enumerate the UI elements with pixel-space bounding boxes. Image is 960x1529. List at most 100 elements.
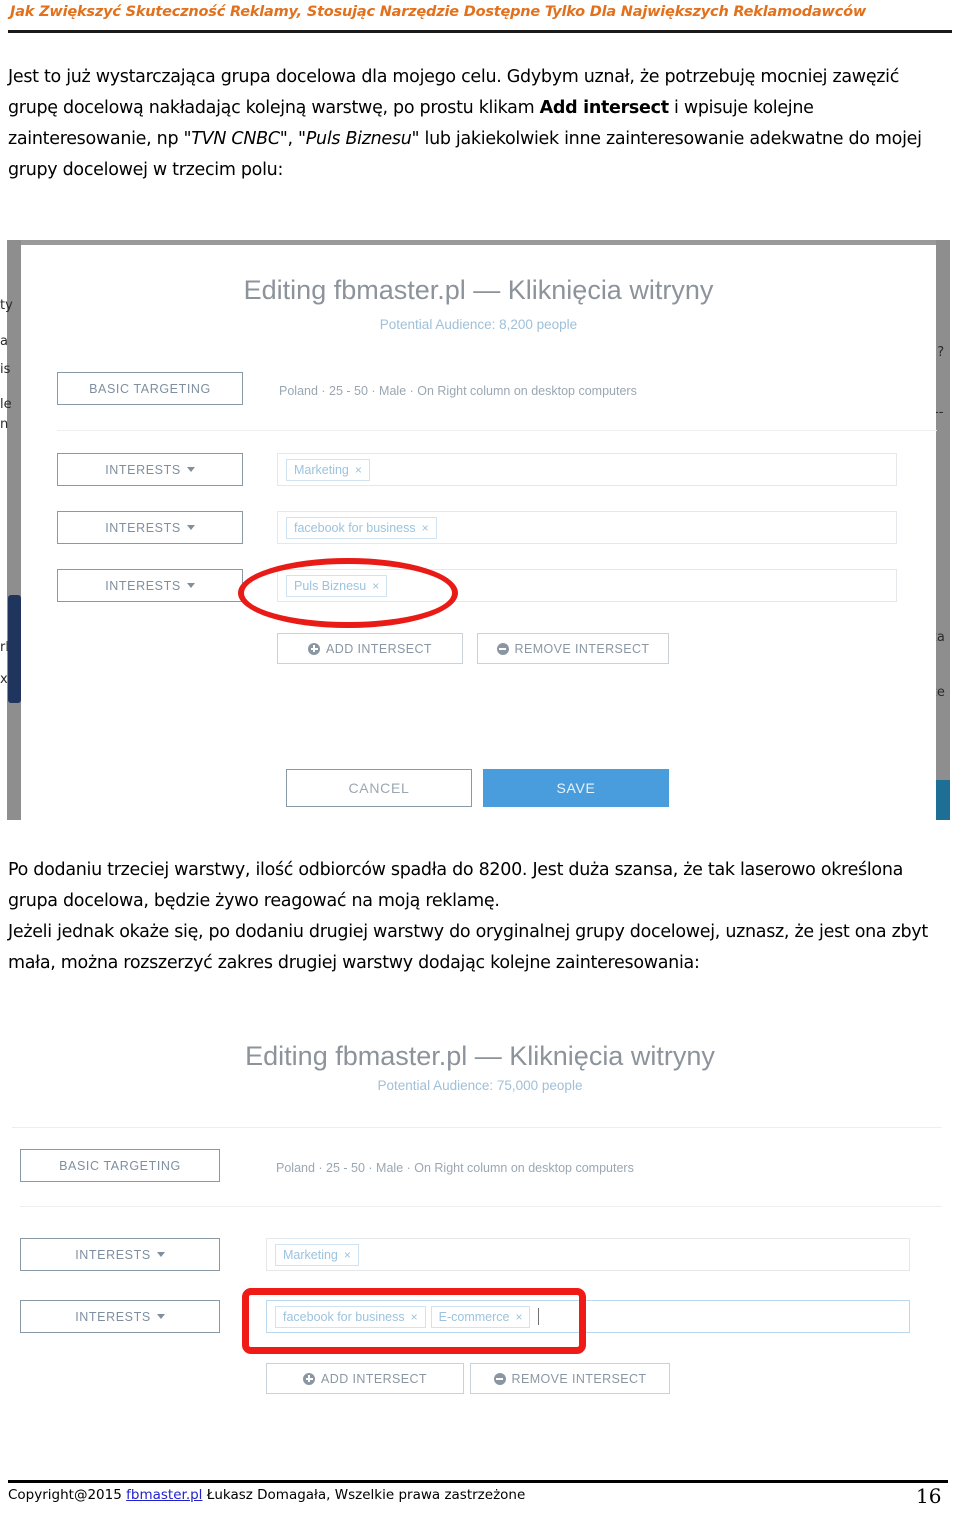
chip-remove-icon[interactable]: × — [515, 1310, 522, 1324]
basic-targeting-button[interactable]: BASIC TARGETING — [20, 1149, 220, 1182]
interests-button-3[interactable]: INTERESTS — [57, 569, 243, 602]
row-divider-1 — [57, 430, 937, 431]
edge-fragment-left-1: ty — [0, 298, 13, 313]
screenshot-two: Editing fbmaster.pl — Kliknięcia witryny… — [0, 1018, 960, 1403]
page-number: 16 — [916, 1484, 942, 1508]
interest-chip-label: Marketing — [294, 462, 349, 477]
plus-circle-icon — [303, 1372, 316, 1385]
screenshot-one: ty a is le n rl x ) ? -- za ze Editing f… — [0, 240, 960, 820]
edge-fragment-left-2: a — [0, 334, 8, 349]
paragraph-top: Jest to już wystarczająca grupa docelowa… — [8, 62, 944, 186]
interests-label-1: INTERESTS — [105, 462, 181, 477]
shot-one-title: Editing fbmaster.pl — Kliknięcia witryny — [243, 275, 714, 305]
chevron-down-icon — [156, 1252, 165, 1257]
para-mid-line-2: Jeżeli jednak okaże się, po dodaniu drug… — [8, 922, 928, 973]
interest-chip[interactable]: facebook for business × — [275, 1305, 426, 1328]
cancel-button[interactable]: CANCEL — [286, 769, 472, 807]
chevron-down-icon — [186, 583, 195, 588]
footer-copyright: Copyright@2015 fbmaster.pl Łukasz Domaga… — [8, 1487, 525, 1503]
interest-chip[interactable]: Puls Biznesu × — [286, 574, 388, 597]
shot-one-left-blue-artifact — [8, 595, 21, 703]
chevron-down-icon — [156, 1314, 165, 1319]
chip-remove-icon[interactable]: × — [372, 579, 379, 593]
footer-rule — [8, 1480, 948, 1483]
edge-fragment-left-6: rl — [0, 640, 9, 655]
interest-chip[interactable]: E-commerce × — [430, 1305, 531, 1328]
plus-circle-icon — [308, 642, 321, 655]
footer-copyright-prefix: Copyright@2015 — [8, 1487, 122, 1503]
basic-targeting-summary: Poland · 25 - 50 · Male · On Right colum… — [276, 1161, 634, 1175]
interests-field-1[interactable]: Marketing × — [277, 453, 897, 486]
basic-targeting-label: BASIC TARGETING — [89, 381, 211, 396]
cancel-label: CANCEL — [348, 780, 410, 796]
chip-remove-icon[interactable]: × — [355, 463, 362, 477]
save-label: SAVE — [556, 780, 596, 796]
chip-remove-icon[interactable]: × — [422, 521, 429, 535]
remove-intersect-label: REMOVE INTERSECT — [511, 1371, 647, 1386]
chip-remove-icon[interactable]: × — [411, 1310, 418, 1324]
minus-circle-icon — [496, 642, 509, 655]
interests-field-2[interactable]: facebook for business × — [277, 511, 897, 544]
running-header: Jak Zwiększyć Skuteczność Reklamy, Stosu… — [0, 0, 960, 34]
para-top-italic-2: "Puls Biznesu" — [298, 129, 420, 149]
add-intersect-button[interactable]: ADD INTERSECT — [277, 633, 463, 664]
shot-one-left-scrollbar[interactable] — [7, 240, 21, 820]
shot-one-panel: Editing fbmaster.pl — Kliknięcia witryny… — [21, 245, 937, 820]
interests-button-2[interactable]: INTERESTS — [20, 1300, 220, 1333]
add-intersect-label: ADD INTERSECT — [326, 641, 432, 656]
add-intersect-label: ADD INTERSECT — [321, 1371, 427, 1386]
remove-intersect-label: REMOVE INTERSECT — [514, 641, 650, 656]
interest-chip-label: facebook for business — [294, 520, 416, 535]
para-top-run-3: , — [287, 129, 299, 149]
basic-targeting-button[interactable]: BASIC TARGETING — [57, 372, 243, 405]
footer-link[interactable]: fbmaster.pl — [126, 1487, 202, 1503]
interests-button-1[interactable]: INTERESTS — [57, 453, 243, 486]
interest-chip-label: facebook for business — [283, 1309, 405, 1324]
shot-two-panel: Editing fbmaster.pl — Kliknięcia witryny… — [0, 1023, 960, 1403]
interests-label-2: INTERESTS — [75, 1309, 151, 1324]
interests-field-3[interactable]: Puls Biznesu × — [277, 569, 897, 602]
add-intersect-button[interactable]: ADD INTERSECT — [266, 1363, 464, 1394]
remove-intersect-button[interactable]: REMOVE INTERSECT — [470, 1363, 670, 1394]
interests-field-2[interactable]: facebook for business × E-commerce × — [266, 1300, 910, 1333]
edge-fragment-left-3: is — [0, 362, 11, 377]
paragraph-middle: Po dodaniu trzeciej warstwy, ilość odbio… — [8, 855, 944, 979]
shot-one-subtitle: Potential Audience: 8,200 people — [379, 317, 578, 332]
edge-fragment-left-7: x — [0, 672, 8, 687]
interest-chip[interactable]: Marketing × — [286, 458, 370, 481]
row-divider-top — [12, 1127, 942, 1128]
interests-label-2: INTERESTS — [105, 520, 181, 535]
interests-button-1[interactable]: INTERESTS — [20, 1238, 220, 1271]
text-cursor — [538, 1308, 540, 1325]
row-divider-1 — [20, 1206, 942, 1207]
para-mid-line-1: Po dodaniu trzeciej warstwy, ilość odbio… — [8, 860, 904, 911]
basic-targeting-label: BASIC TARGETING — [59, 1158, 181, 1173]
interests-label-1: INTERESTS — [75, 1247, 151, 1262]
minus-circle-icon — [493, 1372, 506, 1385]
shot-one-right-blue-artifact — [936, 780, 950, 820]
footer-copyright-suffix: Łukasz Domagała, Wszelkie prawa zastrzeż… — [206, 1487, 526, 1503]
interest-chip[interactable]: facebook for business × — [286, 516, 437, 539]
save-button[interactable]: SAVE — [483, 769, 669, 807]
header-rule — [8, 30, 952, 33]
para-top-italic-1: "TVN CNBC" — [183, 129, 288, 149]
chevron-down-icon — [186, 525, 195, 530]
interest-chip[interactable]: Marketing × — [275, 1243, 359, 1266]
interests-button-2[interactable]: INTERESTS — [57, 511, 243, 544]
interest-chip-label: E-commerce — [438, 1309, 510, 1324]
para-top-bold-1: Add intersect — [539, 98, 669, 118]
interests-label-3: INTERESTS — [105, 578, 181, 593]
interests-field-1[interactable]: Marketing × — [266, 1238, 910, 1271]
shot-two-subtitle: Potential Audience: 75,000 people — [377, 1078, 583, 1093]
interest-chip-label: Marketing — [283, 1247, 338, 1262]
shot-one-right-scrollbar[interactable] — [936, 240, 950, 820]
edge-fragment-left-4: le — [0, 397, 12, 412]
shot-two-title: Editing fbmaster.pl — Kliknięcia witryny — [245, 1041, 715, 1071]
basic-targeting-summary: Poland · 25 - 50 · Male · On Right colum… — [279, 384, 637, 398]
interest-chip-label: Puls Biznesu — [294, 578, 367, 593]
remove-intersect-button[interactable]: REMOVE INTERSECT — [477, 633, 669, 664]
chip-remove-icon[interactable]: × — [344, 1248, 351, 1262]
running-header-text: Jak Zwiększyć Skuteczność Reklamy, Stosu… — [10, 4, 867, 20]
chevron-down-icon — [186, 467, 195, 472]
edge-fragment-left-5: n — [0, 417, 9, 432]
